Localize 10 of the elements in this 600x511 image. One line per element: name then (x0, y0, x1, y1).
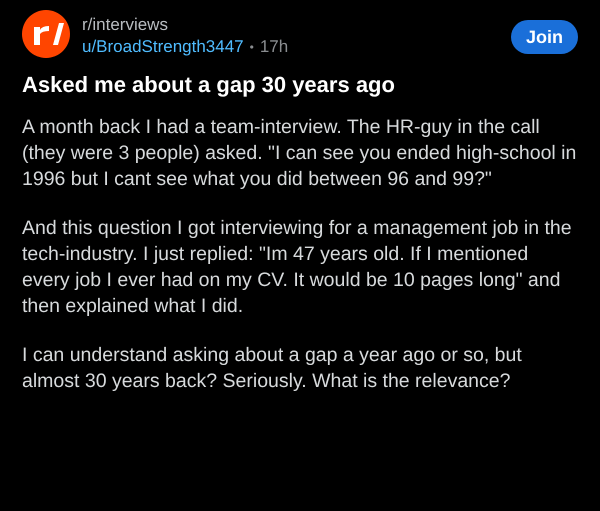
body-paragraph: I can understand asking about a gap a year ago or so, but almost 30 years back? Seriously. What is the relevance? (22, 343, 523, 394)
body-paragraph: And this question I got interviewing for a management job in the tech-industry. I just replied: "Im 47 years old. If I mentioned every job I ever had on my CV. It would be 10 pages long" and then explained what I did. (22, 216, 573, 319)
join-button[interactable]: Join (510, 20, 578, 54)
subreddit-name[interactable]: r/interviews (82, 14, 511, 36)
body-paragraph: A month back I had a team-interview. The HR-guy in the call (they were 3 people) asked. "I can see you ended high-school in 1996 but I cant see what you did between 96 and 99?" (22, 115, 578, 192)
separator: • (250, 39, 254, 56)
subreddit-logo-icon[interactable] (22, 10, 70, 58)
author-link[interactable]: u/BroadStrength3447 (82, 36, 244, 58)
post-title: Asked me about a gap 30 years ago (22, 71, 396, 99)
post-age: 17h (260, 36, 288, 58)
